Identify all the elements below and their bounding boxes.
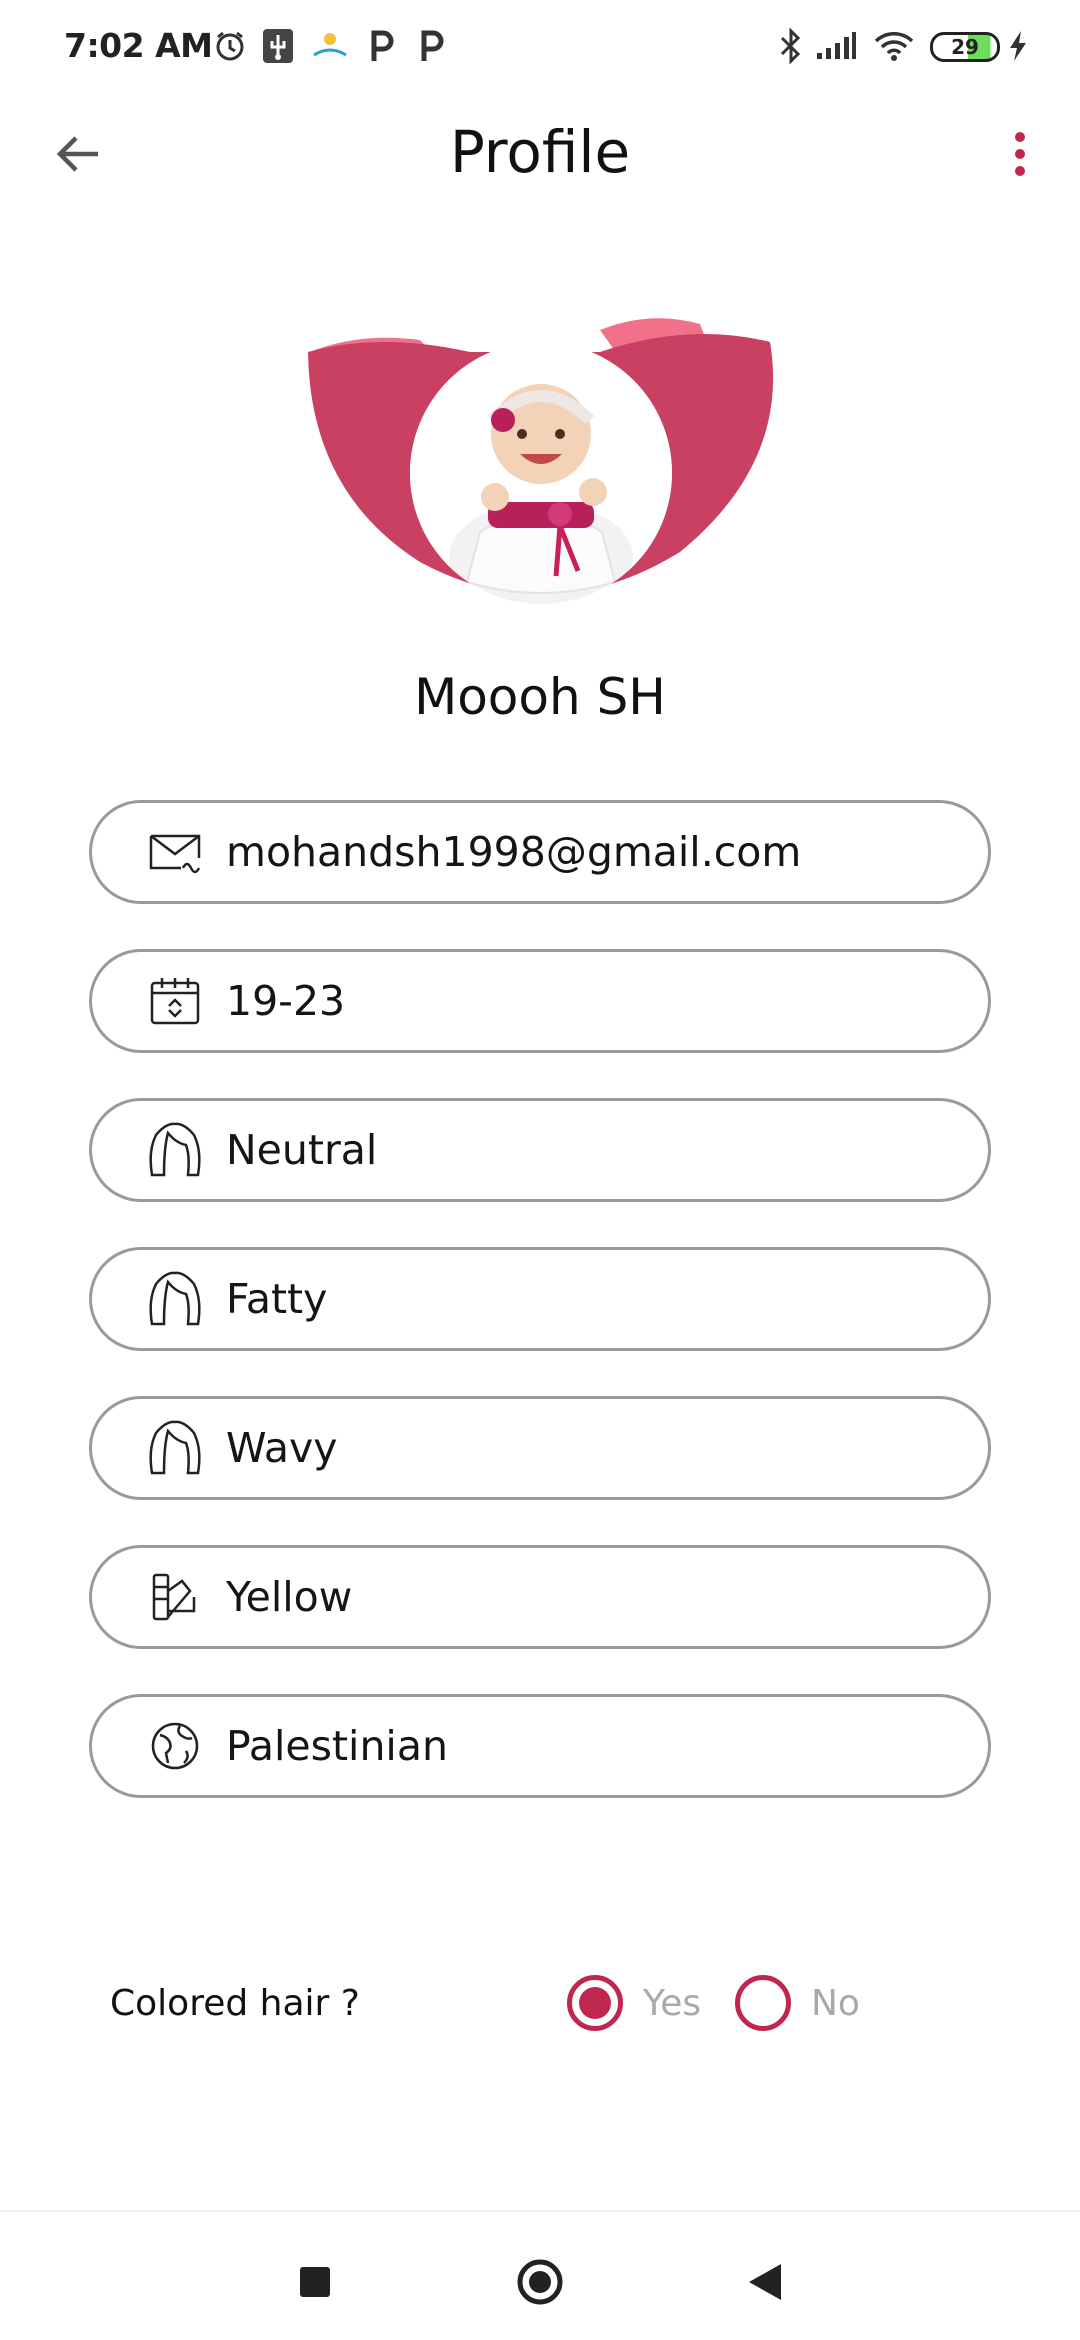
- avatar[interactable]: [300, 312, 780, 604]
- more-vertical-icon: [1015, 132, 1025, 142]
- battery-level: 29: [951, 35, 979, 59]
- nationality-field[interactable]: Palestinian: [89, 1694, 991, 1798]
- hair-icon: [146, 1419, 204, 1477]
- parking-icon: [416, 26, 446, 66]
- status-bar: 7:02 AM 29: [0, 0, 1080, 96]
- profile-photo: [410, 342, 672, 604]
- wifi-icon: [872, 26, 916, 66]
- circle-icon: [517, 2259, 563, 2305]
- recents-button[interactable]: [290, 2257, 340, 2307]
- email-icon: [146, 823, 204, 881]
- radio-checked-icon: [567, 1975, 623, 2031]
- battery-icon: 29: [930, 32, 1000, 62]
- radio-unchecked-icon: [735, 1975, 791, 2031]
- profile-name: Moooh SH: [414, 668, 666, 726]
- colored-hair-label: Colored hair ?: [110, 1983, 360, 2024]
- color-palette-icon: [146, 1568, 204, 1626]
- more-options-button[interactable]: [1000, 124, 1040, 184]
- charging-icon: [1006, 26, 1030, 66]
- age-field[interactable]: 19-23: [89, 949, 991, 1053]
- bluetooth-icon: [776, 26, 806, 66]
- square-icon: [300, 2267, 330, 2297]
- radio-no-label: No: [811, 1982, 860, 2024]
- hair-icon: [146, 1121, 204, 1179]
- usb-icon: [260, 26, 296, 66]
- email-field[interactable]: mohandsh1998@gmail.com: [89, 800, 991, 904]
- status-time: 7:02 AM: [64, 26, 213, 65]
- radio-yes-label: Yes: [643, 1982, 702, 2024]
- hair-density-field[interactable]: Fatty: [89, 1247, 991, 1351]
- email-value: mohandsh1998@gmail.com: [226, 828, 802, 876]
- globe-icon: [146, 1717, 204, 1775]
- hair-type-field[interactable]: Neutral: [89, 1098, 991, 1202]
- nationality-value: Palestinian: [226, 1722, 448, 1770]
- parking-icon: [366, 26, 396, 66]
- hair-icon: [146, 1270, 204, 1328]
- calendar-icon: [146, 972, 204, 1030]
- back-nav-button[interactable]: [740, 2257, 790, 2307]
- system-navigation-bar: [0, 2210, 1080, 2340]
- colored-hair-no-radio[interactable]: No: [735, 1973, 860, 2033]
- colored-hair-yes-radio[interactable]: Yes: [567, 1973, 701, 2033]
- age-value: 19-23: [226, 977, 346, 1025]
- triangle-back-icon: [749, 2264, 781, 2300]
- signal-icon: [814, 26, 858, 66]
- page-title: Profile: [449, 118, 631, 186]
- app-header: Profile: [0, 110, 1080, 200]
- hair-shape-field[interactable]: Wavy: [89, 1396, 991, 1500]
- skin-color-field[interactable]: Yellow: [89, 1545, 991, 1649]
- hair-type-value: Neutral: [226, 1126, 378, 1174]
- hair-shape-value: Wavy: [226, 1424, 338, 1472]
- hair-density-value: Fatty: [226, 1275, 328, 1323]
- alarm-icon: [212, 26, 248, 66]
- app-notification-icon: [310, 26, 350, 66]
- skin-color-value: Yellow: [226, 1573, 353, 1621]
- home-button[interactable]: [515, 2257, 565, 2307]
